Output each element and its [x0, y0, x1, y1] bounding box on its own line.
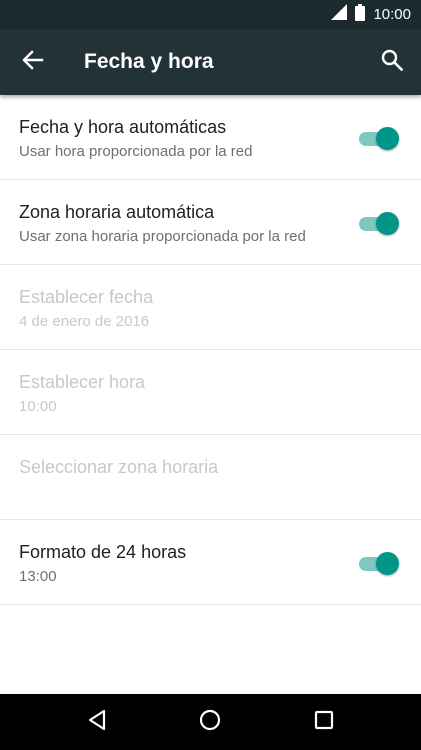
nav-recents-icon — [314, 710, 334, 735]
back-button[interactable] — [0, 29, 66, 95]
signal-icon — [331, 4, 348, 25]
navigation-bar — [0, 694, 421, 750]
status-time: 10:00 — [373, 6, 411, 23]
toggle-thumb — [376, 212, 399, 235]
auto-timezone-toggle[interactable] — [357, 212, 399, 235]
setting-set-date: Establecer fecha 4 de enero de 2016 — [0, 265, 421, 350]
setting-subtitle: 4 de enero de 2016 — [19, 313, 150, 330]
24-hour-format-toggle[interactable] — [357, 552, 399, 575]
nav-recents-button[interactable] — [294, 694, 354, 750]
setting-24-hour-format[interactable]: Formato de 24 horas 13:00 — [0, 520, 421, 605]
nav-back-button[interactable] — [67, 694, 127, 750]
search-icon — [381, 49, 404, 76]
setting-title: Establecer fecha — [19, 287, 154, 307]
setting-title: Establecer hora — [19, 372, 146, 392]
setting-auto-date-time[interactable]: Fecha y hora automáticas Usar hora propo… — [0, 95, 421, 180]
search-button[interactable] — [363, 29, 421, 95]
setting-set-time: Establecer hora 10:00 — [0, 350, 421, 435]
toggle-thumb — [376, 552, 399, 575]
arrow-back-icon — [22, 49, 44, 76]
nav-back-icon — [87, 709, 107, 736]
page-title: Fecha y hora — [84, 50, 214, 73]
auto-date-time-toggle[interactable] — [357, 127, 399, 150]
toggle-thumb — [376, 127, 399, 150]
nav-home-icon — [199, 709, 221, 736]
setting-subtitle: 10:00 — [19, 398, 57, 415]
settings-list: Fecha y hora automáticas Usar hora propo… — [0, 95, 421, 605]
app-bar: Fecha y hora — [0, 29, 421, 95]
status-bar: 10:00 — [0, 0, 421, 29]
nav-home-button[interactable] — [180, 694, 240, 750]
setting-title: Seleccionar zona horaria — [19, 457, 219, 477]
battery-icon — [355, 3, 366, 26]
setting-auto-timezone[interactable]: Zona horaria automática Usar zona horari… — [0, 180, 421, 265]
setting-select-timezone: Seleccionar zona horaria — [0, 435, 421, 520]
